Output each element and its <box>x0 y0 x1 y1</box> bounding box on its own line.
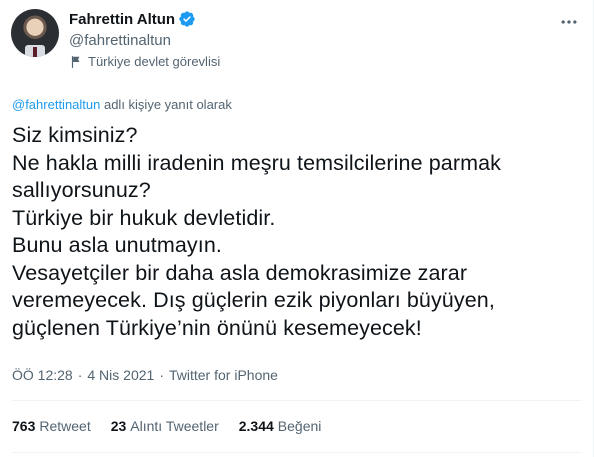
quotes-stat[interactable]: 23 Alıntı Tweetler <box>111 418 219 434</box>
divider <box>12 400 581 401</box>
meta-separator: · <box>159 367 164 383</box>
author-handle[interactable]: @fahrettinaltun <box>69 32 171 49</box>
tweet-time[interactable]: ÖÖ 12:28 <box>12 367 73 383</box>
quotes-count: 23 <box>110 418 127 434</box>
reply-mention-link[interactable]: @fahrettinaltun <box>12 97 100 112</box>
retweets-label: Retweet <box>39 418 91 434</box>
author-name-row: Fahrettin Altun <box>69 10 196 28</box>
meta-separator: · <box>77 367 83 383</box>
verified-badge-icon <box>179 11 195 27</box>
government-label: Türkiye devlet görevlisi <box>69 54 220 69</box>
tweet-source[interactable]: Twitter for iPhone <box>169 367 278 383</box>
tweet-date[interactable]: 4 Nis 2021 <box>87 367 154 383</box>
likes-count: 2.344 <box>238 418 274 434</box>
more-icon[interactable] <box>559 12 579 32</box>
tweet-card: Fahrettin Altun @fahrettinaltun Türkiye … <box>0 0 594 457</box>
tweet-text: Siz kimsiniz? Ne hakla milli iradenin me… <box>12 123 502 340</box>
government-label-text: Türkiye devlet görevlisi <box>88 54 221 69</box>
likes-label: Beğeni <box>277 418 322 434</box>
divider <box>12 452 581 453</box>
tweet-stats: 763 Retweet 23 Alıntı Tweetler 2.344 Beğeni <box>12 418 321 434</box>
avatar[interactable] <box>11 9 59 57</box>
reply-context: @fahrettinaltun adlı kişiye yanıt olarak <box>12 97 232 112</box>
quotes-label: Alıntı Tweetler <box>130 418 219 434</box>
retweets-stat[interactable]: 763 Retweet <box>12 418 91 434</box>
likes-stat[interactable]: 2.344 Beğeni <box>239 418 322 434</box>
author-display-name[interactable]: Fahrettin Altun <box>69 11 175 28</box>
reply-suffix: adlı kişiye yanıt olarak <box>100 97 232 112</box>
flag-icon <box>71 55 80 68</box>
tweet-meta: ÖÖ 12:28 · 4 Nis 2021 · Twitter for iPho… <box>12 367 278 383</box>
retweets-count: 763 <box>12 418 36 434</box>
